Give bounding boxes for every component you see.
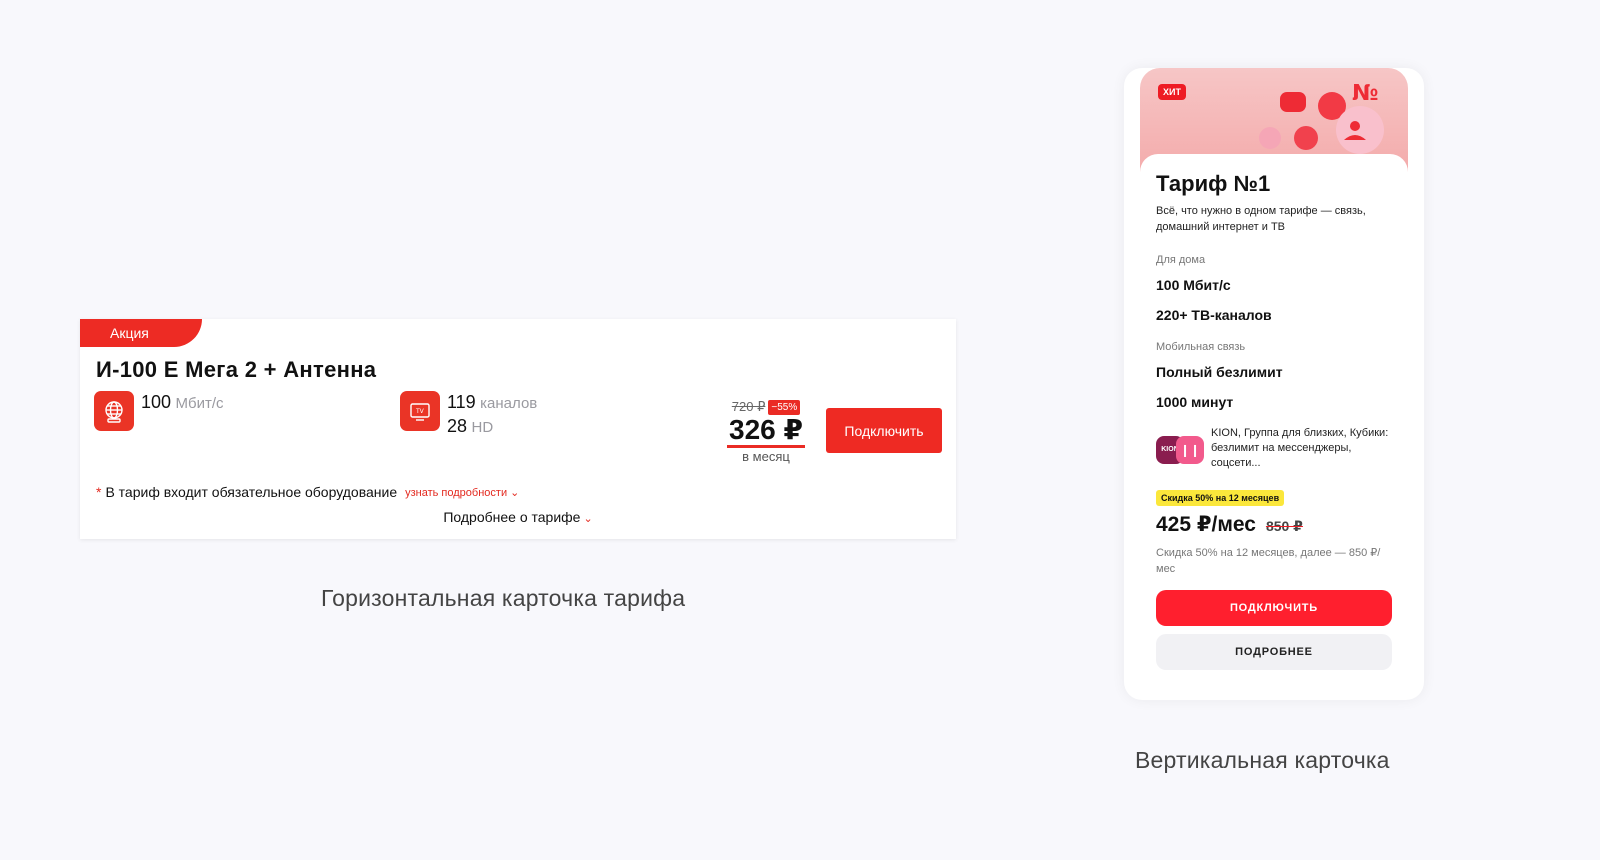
family-group-icon: ❙❙ — [1176, 435, 1204, 464]
globe-icon — [94, 391, 134, 431]
connect-button[interactable]: Подключить — [826, 408, 942, 453]
vertical-tariff-card: № ХИТ Тариф №1 Всё, что нужно в одном та… — [1124, 68, 1424, 700]
mobile-item: Полный безлимит — [1156, 364, 1283, 380]
vertical-price: 425 ₽/мес 850 ₽ — [1156, 512, 1303, 537]
vertical-tariff-title: Тариф №1 — [1156, 171, 1271, 196]
hit-badge: ХИТ — [1158, 84, 1186, 100]
price-period: в месяц — [742, 449, 790, 464]
required-asterisk: * — [96, 484, 102, 500]
svg-text:TV: TV — [415, 408, 425, 415]
tariff-description: Всё, что нужно в одном тарифе — связь, д… — [1156, 205, 1366, 233]
tariff-details-label[interactable]: Подробнее о тарифе — [443, 509, 580, 525]
learn-more-label[interactable]: узнать подробности — [405, 487, 507, 499]
services-row: KION ❙❙ KION, Группа для близких, Кубики… — [1156, 426, 1397, 471]
internet-speed: 100 — [141, 392, 172, 412]
tariff-title: И-100 Е Мега 2 + Антенна — [96, 357, 377, 382]
tv-channels-unit: каналов — [480, 395, 538, 412]
chevron-down-icon: ⌄ — [583, 513, 593, 525]
equipment-note-text: В тариф входит обязательное оборудование — [105, 484, 398, 500]
details-button[interactable]: ПОДРОБНЕЕ — [1156, 634, 1392, 670]
discount-promo-tag: Скидка 50% на 12 месяцев — [1156, 490, 1285, 506]
connect-button[interactable]: ПОДКЛЮЧИТЬ — [1156, 590, 1392, 626]
tv-channels-count: 119 — [447, 392, 476, 412]
learn-more-link[interactable]: узнать подробности ⌄ — [405, 486, 519, 499]
chevron-down-icon: ⌄ — [510, 486, 520, 499]
home-section-label: Для дома — [1156, 254, 1206, 266]
tariff-details-link[interactable]: Подробнее о тарифе ⌄ — [80, 509, 956, 525]
hd-unit: HD — [471, 419, 494, 436]
services-text: KION, Группа для близких, Кубики: безлим… — [1211, 427, 1389, 469]
hd-count: 28 — [447, 416, 468, 436]
current-price: 425 ₽/мес — [1156, 513, 1256, 536]
home-item: 100 Мбит/с — [1156, 277, 1231, 293]
tv-icon: TV — [400, 391, 440, 431]
horizontal-card-caption: Горизонтальная карточка тарифа — [321, 585, 686, 611]
svg-text:№: № — [1352, 81, 1378, 106]
horizontal-tariff-card: Акция И-100 Е Мега 2 + Антенна 100 Мбит/… — [80, 319, 956, 539]
old-price: 850 ₽ — [1265, 518, 1303, 534]
internet-feature: 100 Мбит/с — [94, 391, 224, 431]
current-price: 326 ₽ — [727, 415, 805, 448]
price-block: 720 ₽ −55% 326 ₽ в месяц — [721, 399, 811, 464]
home-item: 220+ ТВ-каналов — [1156, 307, 1272, 323]
services-icons: KION ❙❙ — [1156, 432, 1204, 466]
old-price: 720 ₽ — [731, 399, 766, 414]
tv-feature: TV 119 каналов 28 HD — [400, 391, 537, 439]
discount-badge: −55% — [768, 399, 801, 415]
mobile-item: 1000 минут — [1156, 394, 1234, 410]
discount-note: Скидка 50% на 12 месяцев, далее — 850 ₽/… — [1156, 547, 1381, 575]
vertical-card-caption: Вертикальная карточка — [1135, 747, 1390, 773]
internet-unit: Мбит/с — [175, 395, 224, 412]
equipment-note: * В тариф входит обязательное оборудован… — [96, 484, 519, 500]
promo-badge: Акция — [80, 319, 202, 347]
mobile-section-label: Мобильная связь — [1156, 341, 1246, 353]
vertical-card-body: Тариф №1 Всё, что нужно в одном тарифе —… — [1140, 154, 1408, 694]
